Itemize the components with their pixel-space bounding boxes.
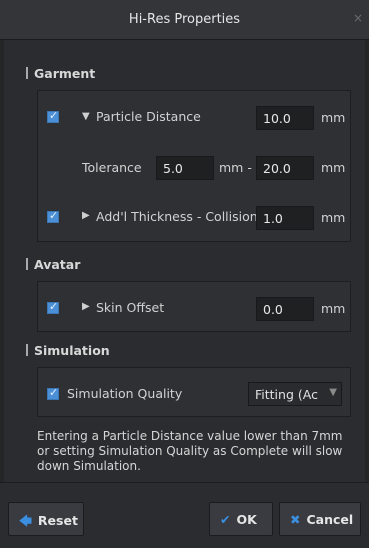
- section-bar: [26, 344, 28, 356]
- section-simulation-title: Simulation: [34, 343, 110, 358]
- section-simulation-header: Simulation: [26, 343, 110, 358]
- particle-distance-unit: mm: [321, 110, 346, 125]
- tolerance-mid-unit: mm -: [219, 160, 252, 175]
- addl-thickness-label: Add'l Thickness - Collision: [96, 209, 258, 224]
- dialog-body: Garment ▼ Particle Distance 10.0 mm Tole…: [0, 40, 369, 482]
- cancel-button-label: Cancel: [306, 512, 354, 527]
- skin-offset-label: Skin Offset: [96, 300, 165, 315]
- section-bar: [26, 258, 28, 270]
- info-text: Entering a Particle Distance value lower…: [37, 429, 343, 473]
- tolerance-max-input[interactable]: 20.0: [256, 156, 314, 180]
- chevron-down-icon: ▼: [329, 387, 337, 398]
- tolerance-label: Tolerance: [82, 160, 142, 175]
- section-garment-title: Garment: [34, 66, 96, 81]
- avatar-group: ▶ Skin Offset 0.0 mm: [37, 281, 351, 332]
- tolerance-unit: mm: [321, 160, 346, 175]
- garment-group: ▼ Particle Distance 10.0 mm Tolerance 5.…: [37, 90, 351, 242]
- reset-button-label: Reset: [37, 513, 78, 528]
- addl-thickness-input[interactable]: 1.0: [256, 206, 314, 230]
- section-bar: [26, 67, 28, 79]
- expand-particle-distance-icon[interactable]: ▼: [82, 111, 90, 122]
- simulation-quality-label: Simulation Quality: [67, 386, 183, 401]
- x-icon: ✖: [290, 512, 301, 527]
- ok-button-label: OK: [236, 512, 257, 527]
- simulation-quality-value: Fitting (Ac: [255, 387, 318, 402]
- skin-offset-checkbox[interactable]: [47, 300, 59, 314]
- particle-distance-checkbox[interactable]: [47, 109, 59, 123]
- skin-offset-unit: mm: [321, 301, 346, 316]
- tolerance-min-input[interactable]: 5.0: [156, 156, 214, 180]
- checkmark-icon: ✔: [220, 512, 231, 527]
- expand-skin-offset-icon[interactable]: ▶: [82, 301, 90, 312]
- undo-arrow-icon: 🡄: [19, 513, 32, 528]
- simulation-quality-select[interactable]: Fitting (Ac ▼: [248, 382, 342, 406]
- particle-distance-label: Particle Distance: [96, 109, 201, 124]
- cancel-button[interactable]: ✖ Cancel: [279, 502, 361, 536]
- expand-addl-thickness-icon[interactable]: ▶: [82, 210, 90, 221]
- simulation-quality-checkbox[interactable]: [47, 386, 59, 400]
- footer-bar: 🡄 Reset ✔ OK ✖ Cancel: [0, 482, 369, 548]
- section-avatar-header: Avatar: [26, 257, 80, 272]
- skin-offset-input[interactable]: 0.0: [256, 297, 314, 321]
- section-garment-header: Garment: [26, 66, 95, 81]
- window-title: Hi-Res Properties: [128, 12, 241, 27]
- close-icon[interactable]: ×: [353, 11, 363, 25]
- addl-thickness-unit: mm: [321, 210, 346, 225]
- particle-distance-input[interactable]: 10.0: [256, 106, 314, 130]
- section-avatar-title: Avatar: [34, 257, 81, 272]
- reset-button[interactable]: 🡄 Reset: [8, 502, 84, 536]
- addl-thickness-checkbox[interactable]: [47, 209, 59, 223]
- ok-button[interactable]: ✔ OK: [209, 502, 273, 536]
- simulation-group: Simulation Quality Fitting (Ac ▼: [37, 367, 351, 417]
- title-bar: Hi-Res Properties ×: [0, 0, 369, 40]
